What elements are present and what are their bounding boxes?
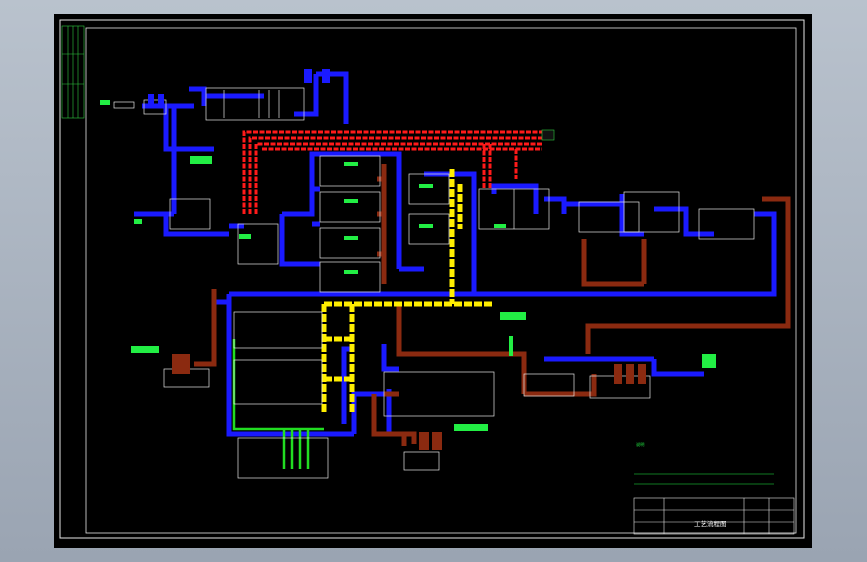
air-pipes <box>242 130 546 214</box>
title-block <box>633 497 795 535</box>
blower-box <box>541 129 555 141</box>
outer-frame <box>59 19 805 539</box>
notes-heading: 说明 <box>636 441 644 448</box>
revision-column <box>61 25 85 119</box>
process-flow-diagram: 说明 工艺流程图 <box>59 19 805 539</box>
notes-block: 说明 <box>634 441 774 485</box>
cad-viewport[interactable]: 说明 工艺流程图 <box>0 0 867 562</box>
drawing-sheet: 说明 工艺流程图 <box>54 14 812 548</box>
drawing-title: 工艺流程图 <box>694 519 727 528</box>
